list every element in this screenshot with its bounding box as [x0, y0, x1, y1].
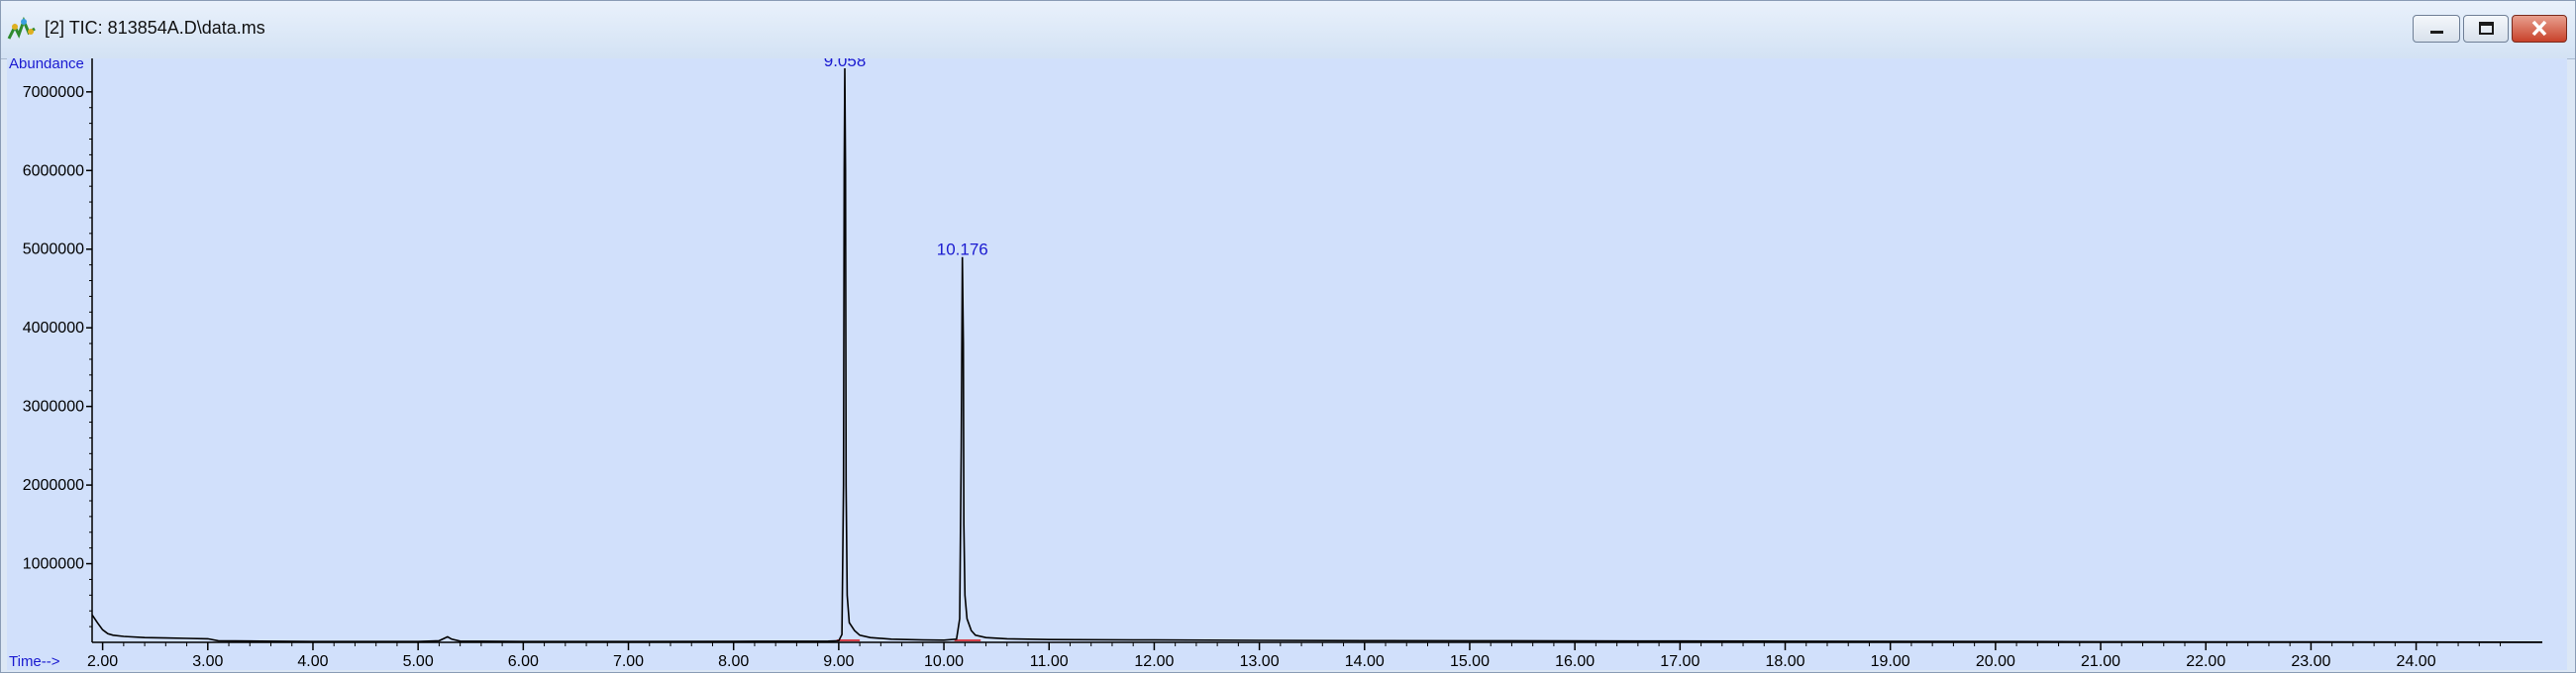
x-tick-label: 7.00 [613, 653, 644, 670]
close-icon [2531, 20, 2547, 37]
x-tick-label: 5.00 [403, 653, 434, 670]
y-axis-label: Abundance [9, 58, 84, 72]
minimize-icon [2430, 31, 2443, 34]
chromatogram-app-icon [7, 17, 36, 40]
peak-label: 10.176 [937, 241, 988, 259]
x-tick-label: 2.00 [87, 653, 118, 670]
x-axis-label: Time--> [9, 653, 60, 670]
chromatogram-plot-area[interactable]: Abundance Time--> 1000000 2000000 3000000 4… [7, 51, 2567, 670]
x-tick-label: 4.00 [297, 653, 328, 670]
x-tick-label: 3.00 [192, 653, 223, 670]
chromatogram-window: [2] TIC: 813854A.D\data.ms Abundance Tim… [0, 0, 2576, 673]
x-tick-label: 20.00 [1976, 653, 2015, 670]
x-tick-label: 19.00 [1871, 653, 1910, 670]
title-bar[interactable]: [2] TIC: 813854A.D\data.ms [1, 1, 2575, 59]
y-tick-label: 6000000 [23, 162, 84, 179]
minimize-button[interactable] [2413, 15, 2460, 43]
x-tick-label: 6.00 [508, 653, 539, 670]
window-title: [2] TIC: 813854A.D\data.ms [45, 18, 265, 38]
x-tick-label: 22.00 [2186, 653, 2225, 670]
x-tick-label: 16.00 [1555, 653, 1595, 670]
x-tick-label: 15.00 [1450, 653, 1490, 670]
y-tick-label: 5000000 [23, 241, 84, 258]
x-tick-label: 8.00 [718, 653, 749, 670]
close-button[interactable] [2512, 15, 2567, 43]
x-tick-label: 17.00 [1660, 653, 1700, 670]
x-tick-label: 24.00 [2397, 653, 2436, 670]
tic-trace-line [91, 67, 2543, 643]
peak-label: 9.058 [824, 58, 867, 70]
x-tick-label: 13.00 [1240, 653, 1280, 670]
y-tick-label: 3000000 [23, 399, 84, 416]
maximize-icon [2479, 22, 2494, 35]
maximize-button[interactable] [2463, 15, 2509, 43]
x-tick-label: 12.00 [1134, 653, 1174, 670]
x-tick-label: 23.00 [2291, 653, 2330, 670]
x-tick-label: 10.00 [924, 653, 964, 670]
x-tick-label: 21.00 [2081, 653, 2120, 670]
y-tick-label: 2000000 [23, 477, 84, 494]
x-tick-label: 18.00 [1765, 653, 1804, 670]
x-tick-label: 14.00 [1345, 653, 1385, 670]
x-tick-label: 11.00 [1030, 653, 1069, 670]
x-tick-label: 9.00 [823, 653, 854, 670]
tic-chromatogram-chart: Abundance Time--> 1000000 2000000 3000000 4… [9, 51, 2543, 670]
y-tick-label: 1000000 [23, 556, 84, 573]
y-tick-label: 4000000 [23, 320, 84, 337]
y-tick-label: 7000000 [23, 84, 84, 101]
